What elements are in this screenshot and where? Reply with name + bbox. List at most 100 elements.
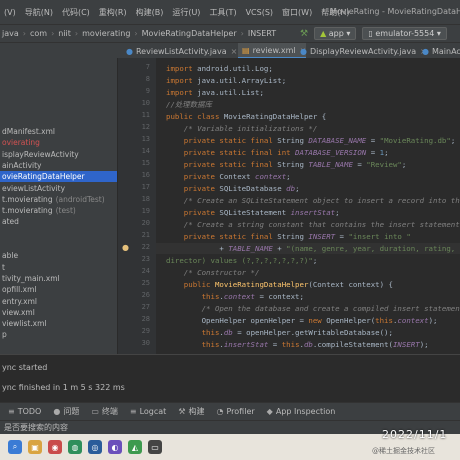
project-tree-item[interactable]: ovieRatingDataHelper [0, 171, 117, 183]
tool-window-app-inspection[interactable]: ◆ App Inspection [267, 407, 336, 416]
menu-item[interactable]: 代码(C) [62, 7, 90, 18]
device-select[interactable]: ▯ emulator-5554 ▾ [362, 27, 447, 40]
code-line[interactable]: + TABLE_NAME + "(name, genre, year, dura… [166, 243, 460, 254]
project-tree-item[interactable] [0, 228, 117, 239]
tab-display-review-activity[interactable]: ● DisplayReviewActivity.java × [296, 43, 427, 59]
hammer-icon[interactable]: ⚒ [300, 29, 308, 39]
project-tree-item[interactable]: view.xml [0, 307, 117, 318]
menu-item[interactable]: 导航(N) [25, 7, 53, 18]
code-token: insertStat [223, 340, 269, 349]
tab-review-list-activity[interactable]: ● ReviewListActivity.java × [122, 43, 237, 59]
project-tree-item[interactable]: t.movierating (androidTest) [0, 194, 117, 205]
code-line[interactable]: private static final String INSERT = "in… [166, 231, 411, 242]
code-line[interactable]: /* Variable initializations */ [166, 123, 318, 134]
code-line[interactable]: this.insertStat = this.db.compileStateme… [166, 339, 429, 350]
menu-item[interactable]: (V) [4, 8, 16, 17]
code-line[interactable]: private static final String DATABASE_NAM… [166, 135, 455, 146]
tree-item-label: eviewListActivity [2, 183, 66, 193]
menu-item[interactable]: 窗口(W) [282, 7, 312, 18]
lightbulb-icon[interactable]: ● [122, 243, 129, 252]
code-line[interactable]: /* Create an SQLiteStatement object to i… [166, 195, 460, 206]
project-tree-item[interactable]: ovierating [0, 137, 117, 148]
app-icon[interactable]: ◉ [48, 440, 62, 454]
project-tree-item[interactable]: able [0, 250, 117, 261]
menu-item[interactable]: 重构(R) [99, 7, 127, 18]
breadcrumb-item[interactable]: movierating [82, 29, 130, 38]
android-studio-icon[interactable]: ◭ [128, 440, 142, 454]
project-tree-item[interactable]: isplayReviewActivity [0, 149, 117, 160]
code-line[interactable]: public class MovieRatingDataHelper { [166, 111, 326, 122]
code-editor[interactable]: import android.util.Log; import java.util… [156, 58, 460, 354]
code-line[interactable]: this.db = openHelper.getWritableDatabase… [166, 327, 393, 338]
browser-icon[interactable]: ◍ [68, 440, 82, 454]
breadcrumb-item[interactable]: java [2, 29, 19, 38]
code-line[interactable]: //处理数据库 [166, 99, 212, 110]
code-line[interactable]: director) values (?,?,?,?,?,?,?)"; [166, 255, 317, 266]
code-token: this [375, 316, 393, 325]
line-number: 18 [141, 195, 150, 203]
code-line[interactable]: import android.util.Log; [166, 63, 273, 74]
line-number: 9 [145, 87, 150, 95]
code-line[interactable]: import java.util.ArrayList; [166, 75, 286, 86]
tool-window-todo[interactable]: ≡ TODO [8, 407, 41, 416]
code-token: //处理数据库 [166, 100, 212, 109]
project-panel: dManifest.xml ovierating isplayReviewActiv… [0, 58, 118, 358]
run-config-select[interactable]: ▲ app ▾ [314, 27, 357, 40]
code-token: db [286, 184, 296, 193]
code-line[interactable]: OpenHelper openHelper = new OpenHelper(t… [166, 315, 438, 326]
project-tree-item[interactable]: ainActivity [0, 160, 117, 171]
navigation-bar: java › com › niit › movierating › MovieRatingDat… [0, 24, 460, 42]
breadcrumb-item[interactable]: INSERT [248, 29, 276, 38]
tab-main-activity[interactable]: ●MainActi [418, 43, 460, 59]
menu-item[interactable]: 构建(B) [136, 7, 164, 18]
code-line[interactable]: private static final int DATABASE_VERSIO… [166, 147, 389, 158]
code-token: db [223, 328, 233, 337]
project-tree-item[interactable]: t.movierating (test) [0, 205, 117, 216]
project-tree-item[interactable]: opfill.xml [0, 284, 117, 295]
project-tree-item[interactable]: viewlist.xml [0, 318, 117, 329]
project-tree-item[interactable]: entry.xml [0, 296, 117, 307]
build-status-started: ync started [2, 363, 48, 372]
menu-item[interactable]: 工具(T) [209, 7, 236, 18]
code-line[interactable]: /* Open the database and create a compil… [166, 303, 460, 314]
tool-window-build[interactable]: ⚒ 构建 [178, 406, 204, 417]
code-line[interactable]: private SQLiteDatabase db; [166, 183, 300, 194]
steam-icon[interactable]: ◎ [88, 440, 102, 454]
tool-window-label: 构建 [188, 407, 205, 416]
code-token: DATABASE_VERSION [295, 148, 367, 157]
terminal-icon[interactable]: ▭ [148, 440, 162, 454]
tool-window-problems[interactable]: ● 问题 [53, 406, 79, 417]
breadcrumb-item[interactable]: com [30, 29, 47, 38]
search-icon[interactable]: ⌕ [8, 440, 22, 454]
close-icon[interactable]: × [231, 47, 238, 56]
tool-window-profiler[interactable]: ◔ Profiler [217, 407, 255, 416]
tool-window-label: 问题 [63, 407, 80, 416]
chat-icon[interactable]: ◐ [108, 440, 122, 454]
project-tree-item[interactable]: ated [0, 216, 117, 227]
project-tree-item[interactable]: t [0, 262, 117, 273]
project-tree-item[interactable] [0, 239, 117, 250]
code-token: ; [335, 208, 340, 217]
project-tree-item[interactable]: tivity_main.xml [0, 273, 117, 284]
code-token: ; [295, 184, 300, 193]
code-line[interactable]: /* Constructor */ [166, 267, 260, 278]
code-line[interactable]: this.context = context; [166, 291, 304, 302]
project-tree-item[interactable]: eviewListActivity [0, 183, 117, 194]
project-tree-item[interactable]: dManifest.xml [0, 126, 117, 137]
project-tree-item[interactable]: p [0, 329, 117, 340]
folder-icon[interactable]: ▣ [28, 440, 42, 454]
chevron-right-icon: › [74, 29, 79, 38]
menu-item[interactable]: VCS(S) [246, 8, 273, 17]
code-line[interactable]: private static final String TABLE_NAME =… [166, 159, 407, 170]
code-line[interactable]: private SQLiteStatement insertStat; [166, 207, 340, 218]
tool-window-terminal[interactable]: ▭ 终端 [91, 406, 118, 417]
code-line[interactable]: import java.util.List; [166, 87, 264, 98]
tool-window-logcat[interactable]: ≡ Logcat [130, 407, 166, 416]
breadcrumb-item[interactable]: niit [58, 29, 71, 38]
code-line[interactable]: public MovieRatingDataHelper(Context con… [166, 279, 393, 290]
tool-window-label: TODO [17, 407, 42, 416]
menu-item[interactable]: 运行(U) [172, 7, 200, 18]
code-line[interactable]: private Context context; [166, 171, 291, 182]
code-line[interactable]: /* Create a string constant that contain… [166, 219, 460, 230]
breadcrumb-item[interactable]: MovieRatingDataHelper [142, 29, 237, 38]
